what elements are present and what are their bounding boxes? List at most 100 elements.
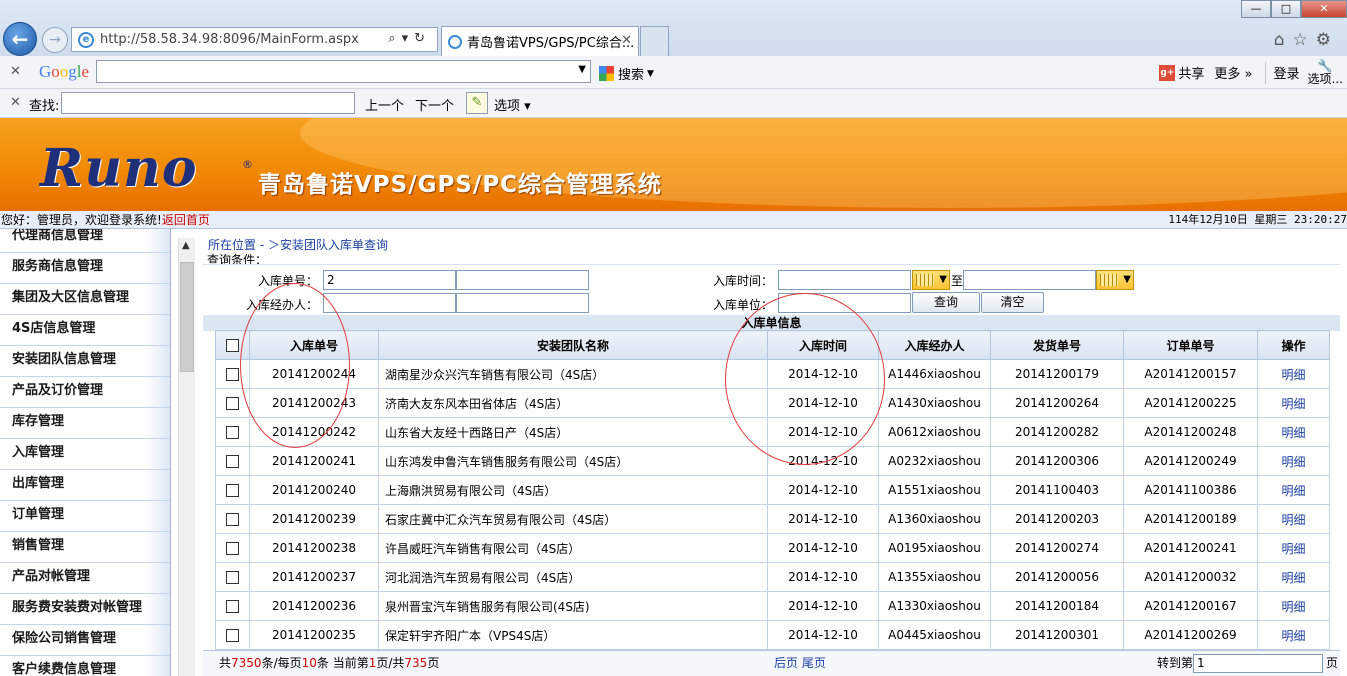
handler-input-2[interactable] bbox=[456, 293, 589, 313]
row-checkbox[interactable] bbox=[226, 513, 239, 526]
google-search-button[interactable]: 搜索 ▼ bbox=[599, 64, 654, 83]
scroll-thumb[interactable] bbox=[180, 262, 194, 372]
row-checkbox[interactable] bbox=[226, 484, 239, 497]
order-no-input[interactable]: 2 bbox=[323, 270, 456, 290]
sidebar-item-fee-reconcile[interactable]: 服务费安装费对帐管理 bbox=[0, 594, 170, 625]
row-select-cell bbox=[215, 504, 250, 534]
sidebar-item-insurance-sales[interactable]: 保险公司销售管理 bbox=[0, 625, 170, 656]
sidebar-item-inventory[interactable]: 库存管理 bbox=[0, 408, 170, 439]
row-order-no: 20141200241 bbox=[249, 446, 379, 476]
runo-logo: Runo bbox=[40, 138, 198, 199]
home-icon[interactable]: ⌂ bbox=[1274, 30, 1293, 50]
row-select-cell bbox=[215, 475, 250, 505]
row-detail-link[interactable]: 明细 bbox=[1257, 388, 1330, 418]
content-scrollbar[interactable]: ▲ bbox=[178, 238, 195, 676]
arrow-left-icon: ← bbox=[11, 27, 29, 51]
col-ship-no[interactable]: 发货单号 bbox=[990, 330, 1124, 360]
sidebar-item-stock-in[interactable]: 入库管理 bbox=[0, 439, 170, 470]
close-toolbar-icon[interactable]: ✕ bbox=[10, 64, 21, 79]
more-button[interactable]: 更多 » bbox=[1214, 63, 1252, 82]
row-stock-time: 2014-12-10 bbox=[767, 591, 879, 621]
col-order-ref[interactable]: 订单单号 bbox=[1123, 330, 1258, 360]
row-checkbox[interactable] bbox=[226, 455, 239, 468]
row-handler: A0232xiaoshou bbox=[878, 446, 991, 476]
row-detail-link[interactable]: 明细 bbox=[1257, 562, 1330, 592]
search-refresh-icons[interactable]: ⌕▾↻ bbox=[388, 31, 431, 46]
sidebar-item-orders[interactable]: 订单管理 bbox=[0, 501, 170, 532]
find-options-label: 选项 bbox=[494, 99, 521, 114]
row-order-ref: A20141200249 bbox=[1123, 446, 1258, 476]
col-team-name[interactable]: 安装团队名称 bbox=[378, 330, 768, 360]
address-bar[interactable]: e http://58.58.34.98:8096/MainForm.aspx … bbox=[71, 27, 438, 52]
find-options-button[interactable]: 选项 ▾ bbox=[494, 95, 531, 114]
browser-tab[interactable]: 青岛鲁诺VPS/GPS/PC综合... ✕ bbox=[441, 26, 639, 56]
maximize-button[interactable]: □ bbox=[1271, 0, 1301, 18]
row-handler: A0612xiaoshou bbox=[878, 417, 991, 447]
highlight-pen-icon[interactable]: ✎ bbox=[466, 92, 488, 114]
row-detail-link[interactable]: 明细 bbox=[1257, 417, 1330, 447]
row-checkbox[interactable] bbox=[226, 629, 239, 642]
sidebar-item-sales[interactable]: 销售管理 bbox=[0, 532, 170, 563]
close-window-button[interactable]: ✕ bbox=[1301, 0, 1347, 18]
row-checkbox[interactable] bbox=[226, 542, 239, 555]
clear-button[interactable]: 清空 bbox=[981, 292, 1044, 313]
ie-tab-icon bbox=[448, 34, 462, 49]
sidebar-item-product-reconcile[interactable]: 产品对帐管理 bbox=[0, 563, 170, 594]
sidebar-item-stock-out[interactable]: 出库管理 bbox=[0, 470, 170, 501]
calendar-icon[interactable]: ▼ bbox=[912, 270, 950, 290]
back-home-link[interactable]: 返回首页 bbox=[162, 213, 210, 227]
row-checkbox[interactable] bbox=[226, 397, 239, 410]
row-detail-link[interactable]: 明细 bbox=[1257, 446, 1330, 476]
login-button[interactable]: 登录 bbox=[1274, 63, 1300, 82]
sidebar-item-customer-renewal[interactable]: 客户续费信息管理 bbox=[0, 656, 170, 676]
handler-input[interactable] bbox=[323, 293, 456, 313]
row-team-name: 保定轩宇齐阳广本（VPS4S店） bbox=[378, 620, 768, 650]
select-all-checkbox[interactable] bbox=[226, 339, 239, 352]
sidebar-item-group-region[interactable]: 集团及大区信息管理 bbox=[0, 284, 170, 315]
dropdown-arrow-icon[interactable]: ▼ bbox=[578, 64, 586, 75]
sidebar-item-install-team[interactable]: 安装团队信息管理 bbox=[0, 346, 170, 377]
sidebar-item-product-pricing[interactable]: 产品及订价管理 bbox=[0, 377, 170, 408]
scroll-up-icon[interactable]: ▲ bbox=[182, 240, 190, 251]
row-detail-link[interactable]: 明细 bbox=[1257, 533, 1330, 563]
settings-gear-icon[interactable]: ⚙ bbox=[1316, 30, 1339, 50]
row-detail-link[interactable]: 明细 bbox=[1257, 475, 1330, 505]
find-prev-button[interactable]: 上一个 bbox=[365, 95, 404, 114]
sidebar-item-4s-store[interactable]: 4S店信息管理 bbox=[0, 315, 170, 346]
row-detail-link[interactable]: 明细 bbox=[1257, 620, 1330, 650]
goto-page-input[interactable]: 1 bbox=[1193, 654, 1323, 673]
row-detail-link[interactable]: 明细 bbox=[1257, 504, 1330, 534]
row-detail-link[interactable]: 明细 bbox=[1257, 591, 1330, 621]
pager-total-records: 7350 bbox=[231, 656, 262, 670]
google-search-input[interactable]: ▼ bbox=[96, 60, 591, 83]
row-checkbox[interactable] bbox=[226, 600, 239, 613]
forward-button[interactable]: → bbox=[42, 27, 68, 53]
order-no-input-2[interactable] bbox=[456, 270, 589, 290]
row-checkbox[interactable] bbox=[226, 368, 239, 381]
calendar-icon-2[interactable]: ▼ bbox=[1096, 270, 1134, 290]
query-button[interactable]: 查询 bbox=[912, 292, 980, 313]
row-team-name: 山东鸿发申鲁汽车销售服务有限公司（4S店） bbox=[378, 446, 768, 476]
row-checkbox[interactable] bbox=[226, 426, 239, 439]
time-to-input[interactable] bbox=[963, 270, 1096, 290]
options-button[interactable]: 🔧 选项... bbox=[1308, 59, 1343, 86]
row-select-cell bbox=[215, 620, 250, 650]
share-button[interactable]: g+ 共享 bbox=[1159, 63, 1204, 82]
sidebar-item-agent[interactable]: 代理商信息管理 bbox=[0, 229, 170, 253]
new-tab-button[interactable] bbox=[640, 26, 669, 56]
minimize-button[interactable]: — bbox=[1241, 0, 1271, 18]
pager-nav-links[interactable]: 后页 尾页 bbox=[774, 651, 826, 675]
favorites-star-icon[interactable]: ☆ bbox=[1293, 30, 1316, 50]
goto-suffix: 页 bbox=[1326, 656, 1339, 670]
col-handler[interactable]: 入库经办人 bbox=[878, 330, 991, 360]
find-next-button[interactable]: 下一个 bbox=[415, 95, 454, 114]
tab-close-icon[interactable]: ✕ bbox=[621, 33, 632, 48]
browser-right-icons[interactable]: ⌂☆⚙ bbox=[1274, 30, 1339, 50]
sidebar-item-service-provider[interactable]: 服务商信息管理 bbox=[0, 253, 170, 284]
back-button[interactable]: ← bbox=[3, 22, 37, 56]
row-checkbox[interactable] bbox=[226, 571, 239, 584]
row-detail-link[interactable]: 明细 bbox=[1257, 359, 1330, 389]
time-from-input[interactable] bbox=[778, 270, 911, 290]
close-find-icon[interactable]: ✕ bbox=[10, 95, 21, 110]
find-input[interactable] bbox=[61, 92, 355, 114]
